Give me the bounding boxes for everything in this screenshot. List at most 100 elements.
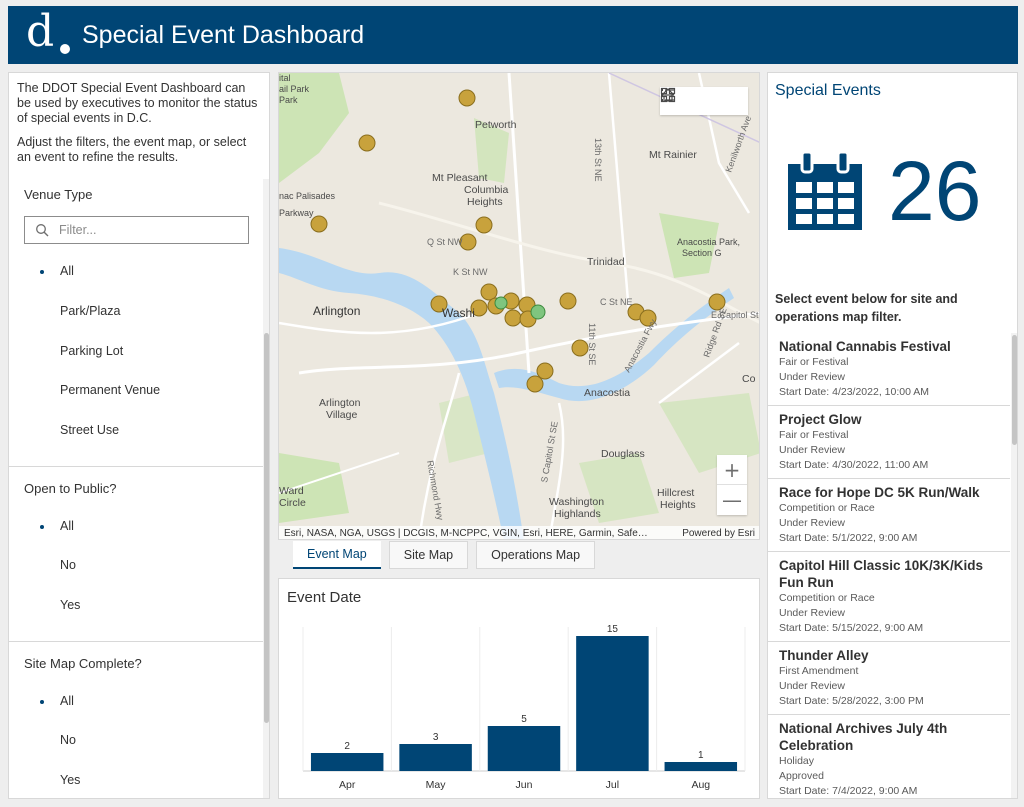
event-date-chart-panel: Event Date 2 Apr 3 May 5 Jun 15 Jul 1 Aug	[278, 578, 760, 799]
tab-operations-map[interactable]: Operations Map	[476, 541, 596, 569]
event-start-date: Start Date: 4/23/2022, 10:00 AM	[779, 386, 930, 398]
x-tick-label: Aug	[691, 779, 710, 791]
event-status: Under Review	[779, 444, 845, 456]
svg-text:Section G: Section G	[682, 248, 722, 258]
event-list-item[interactable]: National Cannabis Festival Fair or Festiv…	[768, 333, 1010, 406]
bar-jun[interactable]	[487, 726, 561, 771]
svg-text:11th St SE: 11th St SE	[587, 323, 597, 365]
venue-option-parking-lot[interactable]: Parking Lot	[9, 340, 263, 364]
basemap: Petworth Mt Rainier Mt Pleasant Columbia…	[279, 73, 759, 539]
bar-jul[interactable]	[576, 636, 649, 771]
bar-value-label: 2	[344, 741, 350, 752]
option-label: Yes	[60, 598, 81, 612]
sitemap-option-no[interactable]: No	[9, 729, 263, 753]
map-attribution: Esri, NASA, NGA, USGS | DCGIS, M-NCPPC, …	[279, 526, 759, 539]
event-list-item[interactable]: Project Glow Fair or Festival Under Review…	[768, 406, 1010, 479]
svg-text:Trinidad: Trinidad	[587, 256, 625, 268]
svg-text:Heights: Heights	[467, 196, 503, 208]
venue-option-street-use[interactable]: Street Use	[9, 419, 263, 443]
calendar-icon	[788, 150, 862, 230]
x-tick-label: Apr	[339, 779, 356, 791]
zoom-out-button[interactable]: —	[717, 485, 747, 515]
public-option-no[interactable]: No	[9, 554, 263, 578]
zoom-in-button[interactable]: +	[717, 455, 747, 485]
basemap-icon[interactable]	[660, 87, 741, 109]
event-name: Project Glow	[779, 412, 862, 427]
event-list: National Cannabis Festival Fair or Festiv…	[768, 333, 1010, 798]
event-list-scrollbar-thumb[interactable]	[1012, 335, 1017, 445]
filter-scrollbar-thumb[interactable]	[264, 333, 269, 723]
bar-value-label: 1	[698, 750, 704, 761]
legend-icon[interactable]	[661, 89, 712, 109]
bar-aug[interactable]	[664, 762, 738, 771]
event-list-item[interactable]: Race for Hope DC 5K Run/Walk Competition …	[768, 479, 1010, 552]
event-name: Capitol Hill Classic 10K/3K/Kids Fun Run	[779, 558, 984, 590]
divider	[9, 466, 263, 467]
event-status: Approved	[779, 770, 824, 782]
zoom-controls: + —	[717, 455, 747, 515]
svg-text:Kenilworth Ave: Kenilworth Ave	[723, 114, 753, 173]
bar-apr[interactable]	[310, 753, 384, 771]
selected-bullet-icon	[40, 700, 44, 704]
bar-may[interactable]	[399, 744, 472, 771]
svg-text:Washington: Washington	[549, 496, 604, 508]
svg-text:Columbia: Columbia	[464, 184, 509, 196]
venue-option-all[interactable]: All	[9, 260, 263, 284]
sitemap-option-yes[interactable]: Yes	[9, 769, 263, 793]
svg-text:Park: Park	[279, 95, 298, 105]
svg-text:Q St NW: Q St NW	[427, 237, 463, 247]
option-label: All	[60, 519, 74, 533]
svg-text:Hillcrest: Hillcrest	[657, 487, 694, 499]
svg-text:Mt Rainier: Mt Rainier	[649, 149, 697, 161]
powered-by-esri[interactable]: Powered by Esri	[682, 526, 755, 539]
event-type: Competition or Race	[779, 592, 875, 604]
option-label: Yes	[60, 773, 81, 787]
sitemap-option-all[interactable]: All	[9, 690, 263, 714]
svg-text:Anacostia Park,: Anacostia Park,	[677, 237, 740, 247]
bar-value-label: 3	[433, 732, 439, 743]
selected-bullet-icon	[40, 525, 44, 529]
tab-site-map[interactable]: Site Map	[388, 541, 469, 569]
tab-event-map[interactable]: Event Map	[293, 541, 381, 569]
selected-bullet-icon	[40, 270, 44, 274]
venue-filter-input[interactable]	[59, 223, 239, 237]
svg-text:Village: Village	[326, 409, 357, 421]
divider	[9, 641, 263, 642]
svg-text:13th St NE: 13th St NE	[593, 138, 603, 182]
svg-text:ail Park: ail Park	[279, 84, 310, 94]
venue-filter-box[interactable]	[24, 216, 249, 244]
event-list-item[interactable]: Thunder Alley First Amendment Under Review…	[768, 642, 1010, 715]
event-list-item[interactable]: Capitol Hill Classic 10K/3K/Kids Fun Run…	[768, 552, 1010, 642]
option-label: Permanent Venue	[60, 383, 161, 397]
ddot-logo: d	[22, 6, 74, 60]
svg-text:Circle: Circle	[279, 497, 306, 509]
event-type: Holiday	[779, 755, 815, 767]
venue-option-permanent-venue[interactable]: Permanent Venue	[9, 379, 263, 403]
svg-text:C St NE: C St NE	[600, 297, 633, 307]
svg-text:Arlington: Arlington	[319, 397, 361, 409]
attribution-text: Esri, NASA, NGA, USGS | DCGIS, M-NCPPC, …	[284, 528, 648, 539]
event-start-date: Start Date: 5/1/2022, 9:00 AM	[779, 532, 918, 544]
venue-option-park-plaza[interactable]: Park/Plaza	[9, 300, 263, 324]
intro-paragraph-2: Adjust the filters, the event map, or se…	[17, 135, 247, 164]
special-events-panel: Special Events 26 Select event below for…	[767, 72, 1018, 799]
page-title: Special Event Dashboard	[82, 20, 365, 49]
svg-text:Anacostia: Anacostia	[584, 387, 630, 399]
event-list-item[interactable]: National Archives July 4th Celebration Ho…	[768, 715, 1010, 798]
event-map[interactable]: Petworth Mt Rainier Mt Pleasant Columbia…	[278, 72, 760, 540]
event-type: Fair or Festival	[779, 429, 849, 441]
venue-type-title: Venue Type	[24, 187, 93, 202]
svg-text:Douglass: Douglass	[601, 448, 645, 460]
svg-text:ital: ital	[279, 73, 291, 83]
event-name: Thunder Alley	[779, 648, 869, 663]
option-label: Street Use	[60, 423, 120, 437]
public-option-yes[interactable]: Yes	[9, 594, 263, 618]
filter-panel: The DDOT Special Event Dashboard can be …	[8, 72, 270, 799]
event-start-date: Start Date: 4/30/2022, 11:00 AM	[779, 459, 929, 471]
option-label: No	[60, 558, 76, 572]
svg-text:Mt Pleasant: Mt Pleasant	[432, 172, 488, 184]
svg-text:Parkway: Parkway	[279, 208, 314, 218]
open-to-public-title: Open to Public?	[24, 481, 117, 496]
svg-text:Co: Co	[742, 373, 756, 385]
public-option-all[interactable]: All	[9, 515, 263, 539]
